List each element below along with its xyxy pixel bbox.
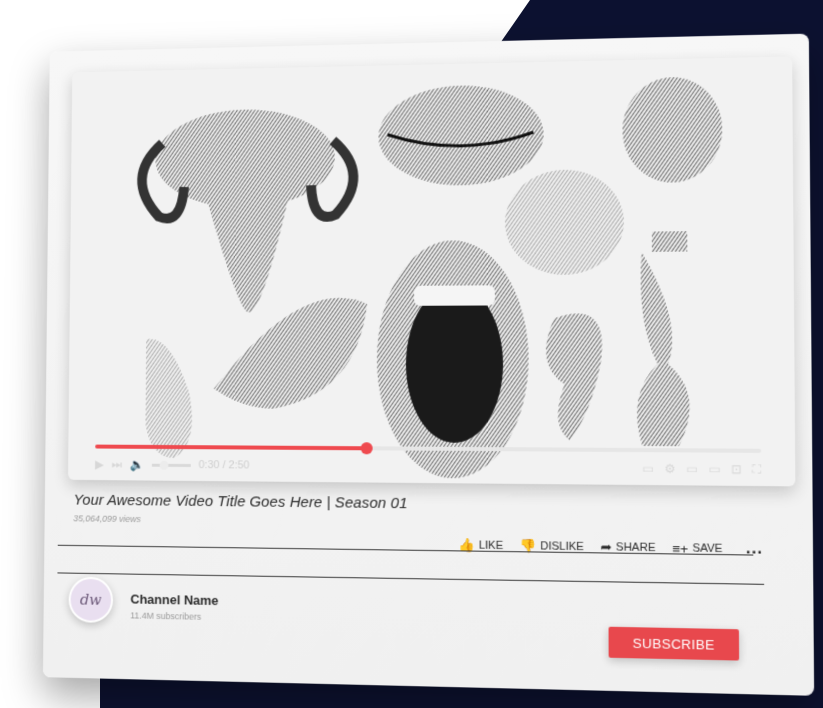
statue-head-illustration bbox=[622, 76, 723, 184]
view-count: 35,064,099 views bbox=[73, 513, 141, 525]
nose-illustration bbox=[145, 338, 193, 459]
scroll-ornament-illustration bbox=[545, 313, 603, 441]
settings-gear-icon[interactable]: ⚙ bbox=[664, 462, 675, 476]
video-player[interactable]: ▶ ⏭ 🔈 0:30 / 2:50 ▭ ⚙ ▭ ▭ ⊡ ⛶ bbox=[68, 56, 796, 487]
volume-slider[interactable] bbox=[151, 460, 191, 470]
play-icon[interactable]: ▶ bbox=[95, 457, 104, 471]
captions-icon[interactable]: ▭ bbox=[642, 461, 654, 475]
subscriber-count: 11.4M subscribers bbox=[130, 610, 202, 622]
subscribe-button[interactable]: SUBSCRIBE bbox=[608, 626, 740, 661]
ram-head-illustration bbox=[141, 107, 354, 313]
theater-mode-icon[interactable]: ▭ bbox=[709, 462, 721, 477]
volume-knob[interactable] bbox=[159, 460, 169, 470]
volume-icon[interactable]: 🔈 bbox=[130, 458, 145, 472]
bust-illustration bbox=[505, 169, 625, 276]
pillar-illustration bbox=[636, 231, 690, 447]
next-icon[interactable]: ⏭ bbox=[112, 457, 123, 471]
player-right-controls: ▭ ⚙ ▭ ▭ ⊡ ⛶ bbox=[642, 461, 761, 477]
side-lips-illustration bbox=[213, 297, 368, 410]
fullscreen-icon[interactable]: ⛶ bbox=[752, 462, 761, 477]
channel-avatar[interactable]: dw bbox=[68, 576, 114, 624]
video-thumbnail bbox=[68, 76, 723, 479]
video-title: Your Awesome Video Title Goes Here | Sea… bbox=[73, 491, 408, 513]
video-actions: 👍 LIKE 👎 DISLIKE ➦ SHARE ≡+ SAVE ... bbox=[458, 536, 763, 559]
closed-lips-illustration bbox=[378, 83, 544, 187]
divider bbox=[57, 572, 765, 585]
progress-scrubber[interactable] bbox=[360, 442, 373, 455]
video-card: ▶ ⏭ 🔈 0:30 / 2:50 ▭ ⚙ ▭ ▭ ⊡ ⛶ Your Aweso… bbox=[42, 33, 815, 696]
open-mouth-illustration bbox=[376, 239, 529, 479]
cast-icon[interactable]: ⊡ bbox=[731, 462, 742, 477]
more-options-button[interactable]: ... bbox=[746, 540, 763, 559]
miniplayer-icon[interactable]: ▭ bbox=[686, 462, 698, 477]
time-display: 0:30 / 2:50 bbox=[198, 459, 250, 472]
channel-name[interactable]: Channel Name bbox=[130, 592, 218, 609]
